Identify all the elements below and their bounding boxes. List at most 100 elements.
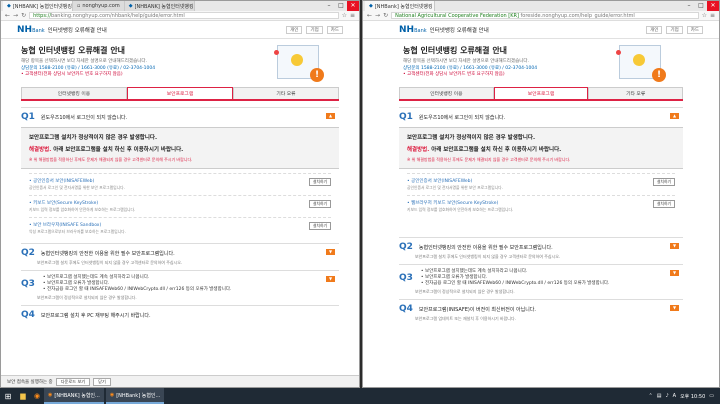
notification-icon[interactable]: ▭ xyxy=(709,393,714,399)
forward-icon[interactable]: → xyxy=(13,12,18,19)
left-url-field[interactable]: https://banking.nonghyup.com/nhbank/help… xyxy=(29,12,339,19)
category-tabs: 인터넷뱅킹 이용 보안프로그램 기타 오류 xyxy=(399,87,684,101)
faq-list: Q1 윈도우즈10에서 로그인이 되지 않습니다. ▲ 보안프로그램 설치가 정상… xyxy=(399,107,683,326)
taskbar-item-left-window[interactable]: ◉ [NHBANK] 농협인... xyxy=(44,388,104,404)
back-icon[interactable]: ← xyxy=(5,12,10,19)
close-icon[interactable]: ✕ xyxy=(347,1,359,11)
nh-favicon-icon: ◆ xyxy=(7,3,11,9)
minimize-icon[interactable]: – xyxy=(323,1,335,11)
right-tab-strip: ◆ [NHBank] 농협인터넷뱅킹 – □ ✕ xyxy=(363,1,719,11)
tab-other-errors[interactable]: 기타 오류 xyxy=(588,87,684,99)
tab-internet-banking[interactable]: 인터넷뱅킹 이용 xyxy=(21,87,127,99)
refresh-icon[interactable]: ↻ xyxy=(21,12,26,19)
link-personal[interactable]: 개인 xyxy=(286,25,303,34)
tab-security-program[interactable]: 보안프로그램 xyxy=(493,87,589,99)
lightbulb-icon xyxy=(291,54,303,66)
link-personal[interactable]: 개인 xyxy=(646,25,663,34)
install-button[interactable]: 설치하기 xyxy=(309,222,331,230)
faq-item-q3[interactable]: Q3 보안프로그램 설치했는데도 계속 설치하라고 나옵니다. 보안프로그램 오… xyxy=(21,270,339,305)
answer-heading: 보안프로그램 설치가 정상적이지 않은 경우 발생합니다. xyxy=(29,135,158,141)
back-icon[interactable]: ← xyxy=(367,12,372,19)
collapse-toggle-icon[interactable]: ▲ xyxy=(670,113,679,119)
clock[interactable]: 오후 10:50 xyxy=(680,393,705,400)
file-explorer-icon[interactable]: ▆ xyxy=(16,389,30,403)
expand-toggle-icon[interactable]: ▼ xyxy=(670,305,679,311)
link-business[interactable]: 기업 xyxy=(666,25,683,34)
brand-bar: NHBank 인터넷뱅킹 오류해결 안내 개인 기업 카드 xyxy=(363,21,719,39)
nh-logo[interactable]: NHBank xyxy=(17,25,45,35)
right-tab-0[interactable]: ◆ [NHBank] 농협인터넷뱅킹 xyxy=(365,1,435,11)
download-bar: 보안 접속을 실행하는 중 다운로드 보기 닫기 xyxy=(1,375,359,387)
tab-other-errors[interactable]: 기타 오류 xyxy=(233,87,339,99)
nh-favicon-icon: ◉ xyxy=(109,392,115,398)
left-address-bar: ← → ↻ https://banking.nonghyup.com/nhban… xyxy=(1,11,359,21)
faq-item-q2[interactable]: Q2 농협인터넷뱅킹의 안전한 이용을 위한 필수 보안프로그램입니다. 보안프로… xyxy=(399,237,683,264)
maximize-icon[interactable]: □ xyxy=(695,1,707,11)
link-business[interactable]: 기업 xyxy=(306,25,323,34)
star-icon[interactable]: ☆ xyxy=(342,12,347,19)
faq-item-q1[interactable]: Q1 윈도우즈10에서 로그인이 되지 않습니다. ▲ 보안프로그램 설치가 정상… xyxy=(21,107,339,243)
minimize-icon[interactable]: – xyxy=(683,1,695,11)
refresh-icon[interactable]: ↻ xyxy=(383,12,388,19)
program-item: • 보안 브라우저(INISAFE Sandbox) 악성 프로그램으로부터 브라… xyxy=(29,217,331,239)
faq-item-q4[interactable]: Q4 보안프로그램(INISAFE)이 버전이 최신버전이 아닙니다. 보안프로그… xyxy=(399,299,683,326)
right-browser-window: ◆ [NHBank] 농협인터넷뱅킹 – □ ✕ ← → ↻ National A… xyxy=(362,0,720,388)
faq-item-q4[interactable]: Q4 보안프로그램 설치 후 PC 재부팅 해주시기 바랍니다. xyxy=(21,305,339,324)
chevron-up-icon[interactable]: ⌃ xyxy=(649,393,653,399)
expand-toggle-icon[interactable]: ▼ xyxy=(670,243,679,249)
menu-icon[interactable]: ≡ xyxy=(710,12,715,19)
install-button[interactable]: 설치하기 xyxy=(309,178,331,186)
nh-favicon-icon: ◉ xyxy=(48,392,53,398)
view-downloads-button[interactable]: 다운로드 보기 xyxy=(55,377,91,386)
install-button[interactable]: 설치하기 xyxy=(309,200,331,208)
windows-start-icon[interactable]: ⊞ xyxy=(0,388,16,404)
browser-icon[interactable]: ◉ xyxy=(30,389,44,403)
program-item: • 키보드 보안(Secure KeyStroke) 키보드 입력 정보를 암호화… xyxy=(29,195,331,217)
hero-section: 농협 인터넷뱅킹 오류해결 안내 해당 항목을 선택하시면 보다 자세한 설명으… xyxy=(363,39,719,87)
taskbar-item-right-window[interactable]: ◉ [NHBank] 농협인... xyxy=(105,388,165,404)
link-card[interactable]: 카드 xyxy=(326,25,343,34)
nh-favicon-icon: ◆ xyxy=(369,3,373,9)
volume-icon[interactable]: ♪ xyxy=(665,393,668,399)
nh-logo[interactable]: NHBank xyxy=(399,25,427,35)
program-item: • 공인인증서 보안(INISAFEWeb) 공인인증서 로그인 및 전자서명을 … xyxy=(29,173,331,195)
warning-icon: ! xyxy=(310,68,324,82)
close-download-bar-button[interactable]: 닫기 xyxy=(93,377,111,386)
close-icon[interactable]: ✕ xyxy=(707,1,719,11)
menu-icon[interactable]: ≡ xyxy=(350,12,355,19)
faq-item-q3[interactable]: Q3 보안프로그램 설치했는데도 계속 설치하라고 나옵니다. 보안프로그램 오… xyxy=(399,264,683,299)
solution-text: 해결방법. 아래 보안프로그램을 설치 하신 후 이용하시기 바랍니다. xyxy=(29,147,184,153)
category-tabs: 인터넷뱅킹 이용 보안프로그램 기타 오류 xyxy=(21,87,339,101)
left-tab-2[interactable]: ◆ [NHBANK] 농협인터넷뱅킹 xyxy=(124,1,195,11)
q1-text: 윈도우즈10에서 로그인이 되지 않습니다. xyxy=(40,114,128,121)
top-links: 개인 기업 카드 xyxy=(646,25,703,34)
expand-toggle-icon[interactable]: ▼ xyxy=(326,276,335,282)
maximize-icon[interactable]: □ xyxy=(335,1,347,11)
page-title: 인터넷뱅킹 오류해결 안내 xyxy=(429,27,489,34)
tab-security-program[interactable]: 보안프로그램 xyxy=(127,87,233,99)
brand-bar: NHBank 인터넷뱅킹 오류해결 안내 개인 기업 카드 xyxy=(1,21,359,39)
star-icon[interactable]: ☆ xyxy=(702,12,707,19)
install-button[interactable]: 설치하기 xyxy=(653,200,675,208)
left-tab-0[interactable]: ◆ [NHBANK] 농협인터넷뱅킹 xyxy=(3,1,73,11)
input-language[interactable]: A xyxy=(673,393,676,399)
collapse-toggle-icon[interactable]: ▲ xyxy=(326,113,335,119)
left-tab-1[interactable]: ▫ nonghyup.com xyxy=(73,1,125,11)
tab-internet-banking[interactable]: 인터넷뱅킹 이용 xyxy=(399,87,494,99)
program-list: • 공인인증서 보안(INISAFEWeb) 공인인증서 로그인 및 전자서명을 … xyxy=(407,173,675,217)
network-icon[interactable]: ▤ xyxy=(657,393,662,399)
faq-item-q2[interactable]: Q2 농협인터넷뱅킹의 안전한 이용을 위한 필수 보안프로그램입니다. 보안프로… xyxy=(21,243,339,270)
program-item: • 공인인증서 보안(INISAFEWeb) 공인인증서 로그인 및 전자서명을 … xyxy=(407,173,675,195)
expand-toggle-icon[interactable]: ▼ xyxy=(326,249,335,255)
install-button[interactable]: 설치하기 xyxy=(653,178,675,186)
warning-icon: ! xyxy=(652,68,666,82)
right-address-bar: ← → ↻ National Agricultural Cooperative … xyxy=(363,11,719,21)
desktop: ◆ [NHBANK] 농협인터넷뱅킹 ▫ nonghyup.com ◆ [NHBANK… xyxy=(0,0,720,404)
nh-favicon-icon: ◆ xyxy=(128,3,133,9)
monitor-illustration: ! xyxy=(274,45,324,82)
forward-icon[interactable]: → xyxy=(375,12,380,19)
faq-item-q1[interactable]: Q1 윈도우즈10에서 로그인이 되지 않습니다. ▲ 보안프로그램 설치가 정상… xyxy=(399,107,683,221)
expand-toggle-icon[interactable]: ▼ xyxy=(670,270,679,276)
link-card[interactable]: 카드 xyxy=(686,25,703,34)
right-url-field[interactable]: National Agricultural Cooperative Federa… xyxy=(391,12,699,19)
